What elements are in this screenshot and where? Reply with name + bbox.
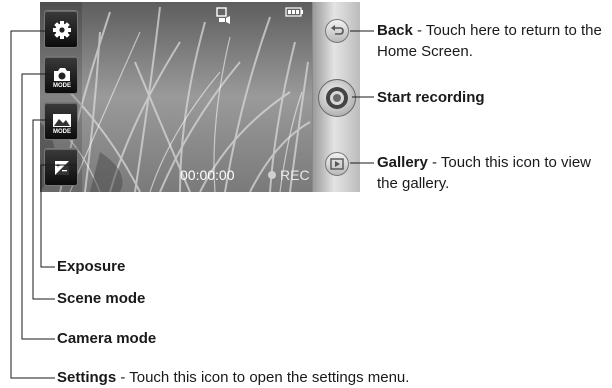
camera-interface-diagram: 00:00:00 REC MODE MODE + Back - Touch he… — [0, 0, 612, 386]
back-callout-desc-2: Home Screen. — [377, 43, 473, 60]
camera-mode-button[interactable]: MODE — [44, 56, 78, 94]
scene-mode-button[interactable]: MODE — [44, 102, 78, 140]
settings-callout-title: Settings — [57, 369, 117, 386]
gallery-callout: Gallery - Touch this icon to view — [377, 152, 591, 173]
recording-timer: 00:00:00 — [180, 167, 235, 183]
back-arrow-icon — [331, 25, 344, 35]
exposure-button[interactable]: + — [44, 148, 78, 186]
back-callout: Back - Touch here to return to the — [377, 20, 602, 41]
back-callout-title: Back — [377, 22, 413, 39]
gallery-callout-desc: - Touch this icon to view — [427, 154, 592, 171]
back-callout-desc: - Touch here to return to the — [412, 22, 602, 39]
gallery-icon — [330, 158, 344, 170]
settings-callout-desc: - Touch this icon to open the settings m… — [116, 369, 410, 386]
camera-mode-overlay-text: MODE — [53, 83, 71, 89]
rec-dot-icon — [268, 171, 276, 179]
camera-mode-callout-title: Camera mode — [57, 330, 157, 347]
back-button[interactable] — [325, 19, 349, 43]
record-icon — [326, 87, 348, 109]
start-recording-callout: Start recording — [377, 87, 485, 108]
record-button[interactable] — [318, 79, 356, 117]
settings-button[interactable] — [44, 10, 78, 48]
exposure-callout: Exposure — [57, 256, 125, 277]
exposure-icon: + — [55, 161, 69, 175]
camera-mode-callout: Camera mode — [57, 328, 156, 349]
settings-callout: Settings - Touch this icon to open the s… — [57, 367, 409, 388]
gear-icon — [53, 21, 71, 39]
right-control-panel — [312, 2, 360, 192]
rec-label: REC — [280, 167, 310, 183]
scene-mode-callout-title: Scene mode — [57, 290, 146, 307]
camera-mode-icon — [54, 68, 70, 81]
exposure-callout-title: Exposure — [57, 258, 126, 275]
scene-mode-overlay-text: MODE — [53, 129, 71, 135]
start-recording-title: Start recording — [377, 89, 485, 106]
gallery-button[interactable] — [325, 152, 349, 176]
svg-text:+: + — [56, 163, 60, 170]
scene-mode-callout: Scene mode — [57, 288, 145, 309]
gallery-callout-desc-2: the gallery. — [377, 175, 450, 192]
gallery-callout-title: Gallery — [377, 154, 428, 171]
scene-mode-icon — [53, 114, 71, 127]
